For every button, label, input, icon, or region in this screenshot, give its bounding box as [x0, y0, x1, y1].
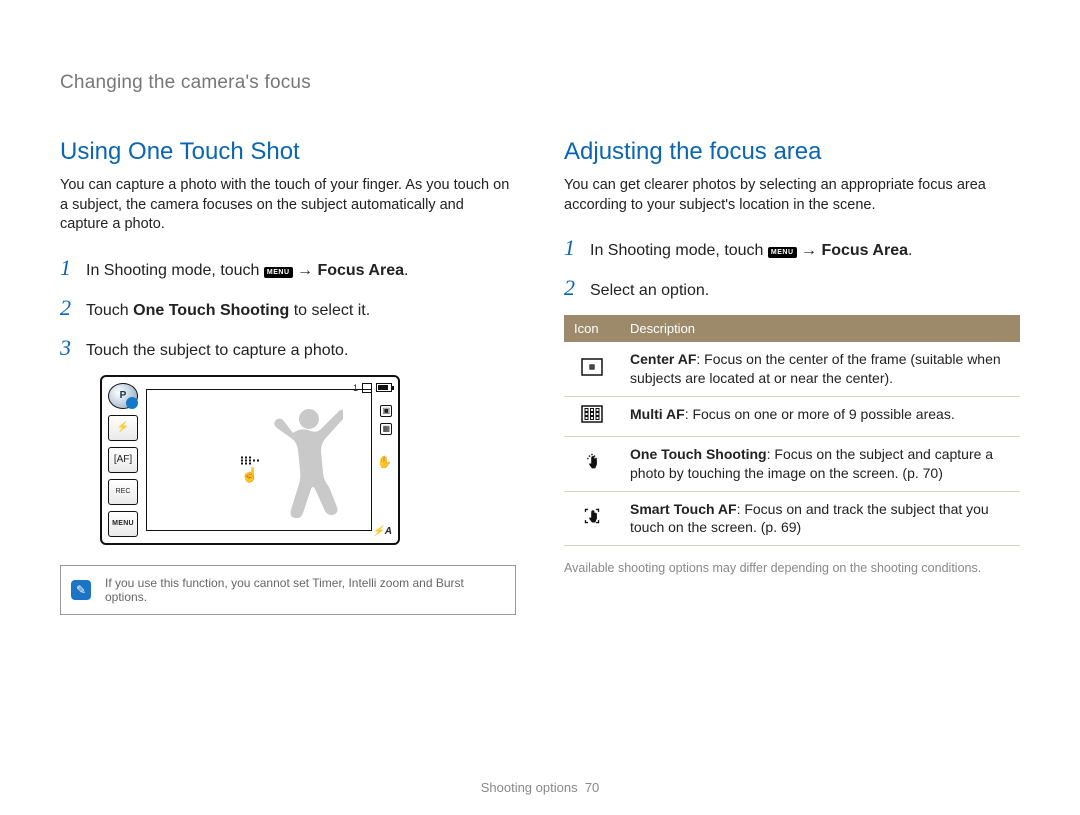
quality-badge-icon: ▣ [380, 405, 392, 417]
table-row: Center AF: Focus on the center of the fr… [564, 342, 1020, 396]
rec-button-icon: REC [108, 479, 138, 505]
step-number: 2 [564, 275, 580, 301]
table-header-description: Description [620, 315, 1020, 342]
af-label: [AF] [114, 454, 132, 465]
step-2: 2 Select an option. [564, 275, 1020, 301]
step-number: 3 [60, 335, 76, 361]
camera-status-top-right: 1 [353, 383, 392, 393]
step-2-pre: Touch [86, 302, 133, 319]
note-icon: ✎ [71, 580, 91, 600]
menu-button-icon: MENU [108, 511, 138, 537]
multi-af-desc: Multi AF: Focus on one or more of 9 poss… [620, 396, 1020, 436]
touch-indicator-icon: ☝ [240, 456, 260, 483]
touch-dots [240, 456, 260, 464]
row-rest: : Focus on one or more of 9 possible are… [685, 406, 955, 422]
step-number: 2 [60, 295, 76, 321]
smart-touch-af-desc: Smart Touch AF: Focus on and track the s… [620, 491, 1020, 546]
table-row: Multi AF: Focus on one or more of 9 poss… [564, 396, 1020, 436]
focus-options-table: Icon Description Center AF: Focus on the… [564, 315, 1020, 546]
arrow-icon: → [297, 262, 317, 279]
lightning-icon: ⚡ [117, 422, 129, 433]
footer-page-number: 70 [585, 780, 599, 795]
step-number: 1 [60, 255, 76, 281]
step-1-post: . [908, 242, 912, 259]
focus-area-label: Focus Area [821, 242, 908, 259]
focus-area-label: Focus Area [317, 262, 404, 279]
right-column: Adjusting the focus area You can get cle… [564, 138, 1020, 615]
footnote: Available shooting options may differ de… [564, 560, 1020, 578]
mode-dial-icon: P [108, 383, 138, 409]
section-title: Changing the camera's focus [60, 72, 1020, 94]
flash-button-icon: ⚡ [108, 415, 138, 441]
row-bold: Center AF [630, 351, 696, 367]
stabilization-icon: ✋ [377, 455, 392, 469]
center-af-desc: Center AF: Focus on the center of the fr… [620, 342, 1020, 396]
rec-label: REC [116, 488, 131, 495]
step-2-text: Select an option. [590, 282, 709, 300]
step-2-post: to select it. [289, 302, 370, 319]
page-footer: Shooting options 70 [0, 780, 1080, 795]
step-3-text: Touch the subject to capture a photo. [86, 342, 348, 360]
heading-one-touch-shot: Using One Touch Shot [60, 138, 516, 166]
one-touch-shooting-icon [564, 436, 620, 491]
heading-adjusting-focus: Adjusting the focus area [564, 138, 1020, 166]
battery-icon [376, 383, 392, 392]
step-2: 2 Touch One Touch Shooting to select it. [60, 295, 516, 321]
camera-screen: P ⚡ [AF] REC MENU [100, 375, 400, 545]
row-bold: One Touch Shooting [630, 446, 767, 462]
af-button-icon: [AF] [108, 447, 138, 473]
step-1: 1 In Shooting mode, touch MENU → Focus A… [564, 235, 1020, 261]
note-text: If you use this function, you cannot set… [105, 576, 464, 604]
step-3: 3 Touch the subject to capture a photo. [60, 335, 516, 361]
size-badge-icon: ▦ [380, 423, 392, 435]
one-touch-shooting-desc: One Touch Shooting: Focus on the subject… [620, 436, 1020, 491]
step-1: 1 In Shooting mode, touch MENU → Focus A… [60, 255, 516, 281]
intro-adjusting-focus: You can get clearer photos by selecting … [564, 176, 1020, 215]
two-column-layout: Using One Touch Shot You can capture a p… [60, 138, 1020, 615]
steps-one-touch-shot: 1 In Shooting mode, touch MENU → Focus A… [60, 255, 516, 361]
step-1-pre: In Shooting mode, touch [590, 242, 768, 259]
camera-screen-illustration: P ⚡ [AF] REC MENU [100, 375, 516, 545]
step-1-post: . [404, 262, 408, 279]
camera-right-badges: ▣ ▦ [380, 405, 392, 435]
row-bold: Smart Touch AF [630, 501, 737, 517]
step-1-text: In Shooting mode, touch MENU → Focus Are… [86, 262, 408, 280]
step-1-pre: In Shooting mode, touch [86, 262, 264, 279]
hand-pointer-icon: ☝ [241, 466, 258, 483]
menu-icon: MENU [264, 267, 293, 278]
shots-remaining: 1 [353, 383, 358, 393]
note-box: ✎ If you use this function, you cannot s… [60, 565, 516, 615]
step-1-text: In Shooting mode, touch MENU → Focus Are… [590, 242, 912, 260]
step-number: 1 [564, 235, 580, 261]
steps-adjusting-focus: 1 In Shooting mode, touch MENU → Focus A… [564, 235, 1020, 301]
intro-one-touch-shot: You can capture a photo with the touch o… [60, 176, 516, 235]
camera-left-buttons: P ⚡ [AF] REC MENU [108, 383, 142, 537]
memory-card-icon [362, 383, 372, 393]
arrow-icon: → [801, 242, 821, 259]
step-2-text: Touch One Touch Shooting to select it. [86, 302, 370, 320]
flash-mode-indicator: ⚡A [372, 526, 392, 537]
step-2-bold: One Touch Shooting [133, 302, 289, 319]
menu-label: MENU [112, 520, 134, 527]
multi-af-icon [564, 396, 620, 436]
child-silhouette-icon [263, 403, 343, 543]
table-header-icon: Icon [564, 315, 620, 342]
footer-label: Shooting options [481, 780, 578, 795]
left-column: Using One Touch Shot You can capture a p… [60, 138, 516, 615]
table-row: Smart Touch AF: Focus on and track the s… [564, 491, 1020, 546]
smart-touch-af-icon [564, 491, 620, 546]
table-row: One Touch Shooting: Focus on the subject… [564, 436, 1020, 491]
row-bold: Multi AF [630, 406, 685, 422]
menu-icon: MENU [768, 247, 797, 258]
center-af-icon [564, 342, 620, 396]
